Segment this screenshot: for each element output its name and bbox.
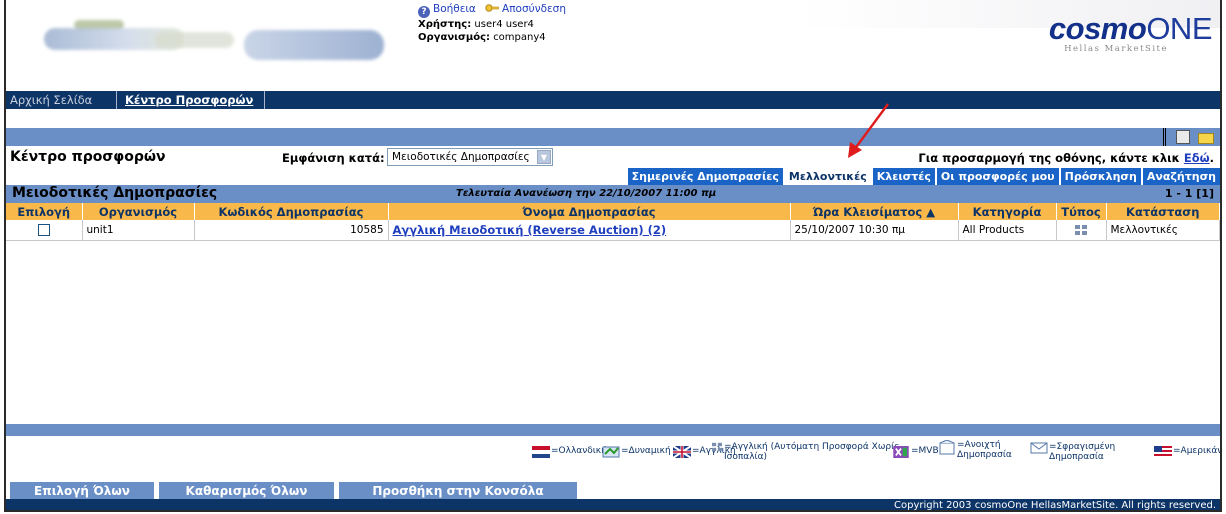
- legend-dutch: =Ολλανδική: [532, 446, 607, 458]
- auction-tabs: Σημερινές Δημοπρασίες Μελλοντικές Κλειστ…: [627, 168, 1220, 185]
- legend-american: =Αμερικάνικη: [1154, 446, 1220, 458]
- view-label: Εμφάνιση κατά:: [282, 151, 385, 165]
- row-checkbox[interactable]: [37, 223, 50, 236]
- tab-closed[interactable]: Κλειστές: [872, 168, 935, 185]
- legend-mvb: =MVB: [892, 446, 939, 458]
- select-all-button[interactable]: Επιλογή Όλων: [10, 482, 154, 500]
- tab-my-offers[interactable]: Οι προσφορές μου: [936, 168, 1059, 185]
- legend-open: =Ανοιχτή Δημοπρασία: [938, 440, 1012, 460]
- dynamic-icon: [602, 446, 620, 458]
- us-flag-icon: [1154, 446, 1172, 458]
- legend-dynamic: =Δυναμική: [602, 446, 671, 458]
- help-icon[interactable]: ?: [418, 6, 430, 18]
- tab-today[interactable]: Σημερινές Δημοπρασίες: [627, 168, 783, 185]
- table-row: unit1 10585 Αγγλική Μειοδοτική (Reverse …: [6, 220, 1220, 241]
- cell-close-time: 25/10/2007 10:30 πμ: [790, 220, 959, 241]
- action-buttons: Επιλογή Όλων Καθαρισμός Όλων Προσθήκη στ…: [6, 482, 1220, 500]
- adjust-screen-link[interactable]: Εδώ: [1184, 151, 1210, 165]
- col-close-time[interactable]: Ώρα Κλεισίματος ▲: [790, 203, 959, 220]
- app-frame: ? Βοήθεια Αποσύνδεση Χρήστης: user4 user4…: [4, 0, 1222, 512]
- col-category[interactable]: Κατηγορία: [958, 203, 1057, 220]
- banner-image: [14, 20, 414, 70]
- sealed-envelope-icon: [1030, 442, 1048, 454]
- org-value: company4: [493, 32, 546, 43]
- cell-status: Μελλοντικές: [1106, 220, 1220, 241]
- user-value: user4 user4: [474, 19, 534, 30]
- tab-search[interactable]: Αναζήτηση: [1142, 168, 1220, 185]
- tab-invitation[interactable]: Πρόσκληση: [1060, 168, 1141, 185]
- cell-org: unit1: [82, 220, 195, 241]
- dutch-flag-icon: [532, 446, 550, 458]
- header: ? Βοήθεια Αποσύνδεση Χρήστης: user4 user4…: [6, 0, 1220, 90]
- key-icon[interactable]: [485, 2, 499, 14]
- logout-link[interactable]: Αποσύνδεση: [502, 3, 566, 15]
- brand-subtitle: Hellas MarketSite: [1064, 44, 1168, 54]
- nav-offers-center[interactable]: Κέντρο Προσφορών: [125, 93, 253, 107]
- nav-divider: [264, 91, 265, 109]
- col-type[interactable]: Τύπος: [1056, 203, 1107, 220]
- view-select-value: Μειοδοτικές Δημοπρασίες: [392, 151, 530, 163]
- mvb-icon: [893, 446, 909, 458]
- mail-icon[interactable]: [1198, 133, 1214, 144]
- legend-sealed: =Σφραγισμένη Δημοπρασία: [1030, 442, 1115, 462]
- page-title: Κέντρο προσφορών: [10, 149, 166, 165]
- english-auto-auction-icon: [1075, 224, 1087, 235]
- brand-one: ONE: [1146, 11, 1212, 46]
- table-footer-band: [6, 424, 1220, 436]
- toolbar-band: [6, 128, 1220, 146]
- add-to-console-button[interactable]: Προσθήκη στην Κονσόλα: [339, 482, 577, 500]
- main-nav: Αρχική Σελίδα Κέντρο Προσφορών: [6, 91, 1220, 109]
- section-bar: Μειοδοτικές Δημοπρασίες Τελευταία Ανανέω…: [6, 185, 1220, 203]
- help-link[interactable]: Βοήθεια: [433, 3, 476, 15]
- pager: 1 - 1 [1]: [1164, 187, 1214, 200]
- user-label: Χρήστης:: [418, 19, 472, 30]
- auctions-table: Επιλογή Οργανισμός Κωδικός Δημοπρασίας Ό…: [6, 203, 1220, 241]
- table-header-row: Επιλογή Οργανισμός Κωδικός Δημοπρασίας Ό…: [6, 203, 1220, 220]
- refresh-icon[interactable]: [1176, 130, 1190, 144]
- nav-divider: [116, 91, 117, 109]
- col-status[interactable]: Κατάσταση: [1106, 203, 1220, 220]
- auction-name-link[interactable]: Αγγλική Μειοδοτική (Reverse Auction) (2): [393, 223, 667, 237]
- cell-category: All Products: [958, 220, 1057, 241]
- title-row: Κέντρο προσφορών Εμφάνιση κατά: Μειοδοτι…: [6, 148, 1220, 168]
- last-updated: Τελευταία Ανανέωση την 22/10/2007 11:00 …: [456, 188, 717, 199]
- tab-future[interactable]: Μελλοντικές: [784, 168, 871, 185]
- open-auction-icon: [939, 440, 955, 455]
- brand-logo: cosmoONE Hellas MarketSite: [1048, 11, 1213, 54]
- english-auto-icon: [712, 442, 722, 452]
- section-title: Μειοδοτικές Δημοπρασίες: [12, 185, 218, 201]
- uk-flag-icon: [673, 446, 691, 458]
- org-label: Οργανισμός:: [418, 32, 490, 43]
- toolbar-divider: [1163, 128, 1166, 146]
- cell-code: 10585: [194, 220, 389, 241]
- col-select: Επιλογή: [6, 203, 83, 220]
- adjust-screen-text: Για προσαρμογή της οθόνης, κάντε κλικ Εδ…: [918, 151, 1214, 165]
- col-auction-name[interactable]: Όνομα Δημοπρασίας: [388, 203, 791, 220]
- legend-english-auto: =Αγγλική (Αυτόματη Προσφορά Χωρίς Ισοπαλ…: [711, 442, 902, 462]
- auction-type-legend: =Ολλανδική =Δυναμική =Αγγλική =Αγγλική (…: [6, 440, 1220, 480]
- col-auction-code[interactable]: Κωδικός Δημοπρασίας: [194, 203, 389, 220]
- nav-home[interactable]: Αρχική Σελίδα: [10, 93, 92, 107]
- brand-main: cosmo: [1048, 11, 1147, 46]
- red-arrow-annotation: [848, 103, 889, 158]
- user-info: ? Βοήθεια Αποσύνδεση Χρήστης: user4 user4…: [418, 2, 566, 44]
- footer-copyright: Copyright 2003 cosmoOne HellasMarketSite…: [6, 499, 1220, 510]
- chevron-down-icon[interactable]: ▼: [537, 150, 551, 164]
- col-organization[interactable]: Οργανισμός: [82, 203, 195, 220]
- view-select[interactable]: Μειοδοτικές Δημοπρασίες ▼: [387, 148, 553, 166]
- clear-all-button[interactable]: Καθαρισμός Όλων: [159, 482, 334, 500]
